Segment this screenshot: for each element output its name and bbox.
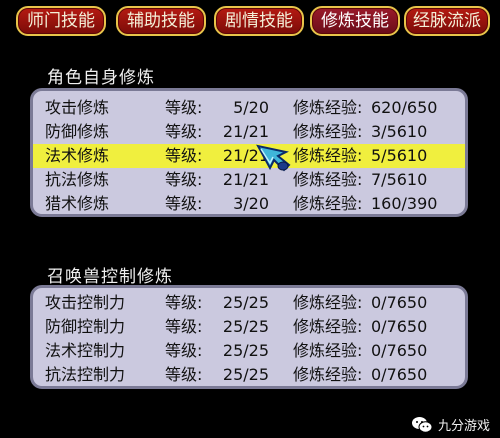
row-name: 防御控制力 — [45, 317, 126, 336]
tab-training-skills[interactable]: 修炼技能 — [310, 6, 400, 36]
pet-row-resist-control[interactable]: 抗法控制力 等级: 25/25 修炼经验: 0/7650 — [33, 363, 465, 387]
level-value: 3/20 — [233, 194, 269, 213]
training-row-attack[interactable]: 攻击修炼 等级: 5/20 修炼经验: 620/650 — [33, 96, 465, 120]
row-name: 攻击修炼 — [45, 98, 110, 117]
exp-value: 0/7650 — [371, 365, 428, 384]
exp-value: 3/5610 — [371, 122, 428, 141]
watermark: 九分游戏 — [411, 415, 490, 434]
exp-value: 0/7650 — [371, 341, 428, 360]
exp-label: 修炼经验: — [293, 146, 363, 165]
level-value: 5/20 — [233, 98, 269, 117]
training-row-resist[interactable]: 抗法修炼 等级: 21/21 修炼经验: 7/5610 — [33, 168, 465, 192]
self-training-title: 角色自身修炼 — [47, 68, 155, 88]
level-value: 25/25 — [222, 341, 269, 360]
tab-support-skills[interactable]: 辅助技能 — [116, 6, 206, 36]
tab-label: 师门技能 — [27, 11, 95, 31]
level-label: 等级: — [165, 293, 203, 312]
level-label: 等级: — [165, 146, 203, 165]
exp-label: 修炼经验: — [293, 365, 363, 384]
exp-label: 修炼经验: — [293, 293, 363, 312]
level-label: 等级: — [165, 317, 203, 336]
level-label: 等级: — [165, 98, 203, 117]
tab-meridian-schools[interactable]: 经脉流派 — [404, 6, 490, 36]
exp-label: 修炼经验: — [293, 122, 363, 141]
level-value: 25/25 — [222, 365, 269, 384]
pet-row-defense-control[interactable]: 防御控制力 等级: 25/25 修炼经验: 0/7650 — [33, 315, 465, 339]
tab-school-skills[interactable]: 师门技能 — [16, 6, 106, 36]
level-value: 21/21 — [222, 122, 269, 141]
row-name: 防御修炼 — [45, 122, 110, 141]
training-row-defense[interactable]: 防御修炼 等级: 21/21 修炼经验: 3/5610 — [33, 120, 465, 144]
training-row-hunting[interactable]: 猎术修炼 等级: 3/20 修炼经验: 160/390 — [33, 192, 465, 216]
pet-row-attack-control[interactable]: 攻击控制力 等级: 25/25 修炼经验: 0/7650 — [33, 291, 465, 315]
level-value: 25/25 — [222, 317, 269, 336]
tab-story-skills[interactable]: 剧情技能 — [214, 6, 304, 36]
level-label: 等级: — [165, 341, 203, 360]
skill-tabs: 师门技能 辅助技能 剧情技能 修炼技能 经脉流派 — [16, 6, 490, 36]
watermark-text: 九分游戏 — [437, 419, 490, 434]
row-name: 法术控制力 — [45, 341, 126, 360]
exp-value: 7/5610 — [371, 170, 428, 189]
exp-label: 修炼经验: — [293, 317, 363, 336]
self-training-panel: 攻击修炼 等级: 5/20 修炼经验: 620/650 防御修炼 等级: 21/… — [30, 88, 468, 217]
tab-label: 辅助技能 — [127, 11, 195, 31]
pet-training-panel: 攻击控制力 等级: 25/25 修炼经验: 0/7650 防御控制力 等级: 2… — [30, 285, 468, 389]
wechat-icon — [411, 416, 433, 433]
pet-row-magic-control[interactable]: 法术控制力 等级: 25/25 修炼经验: 0/7650 — [33, 339, 465, 363]
pet-training-title: 召唤兽控制修炼 — [47, 267, 173, 287]
exp-value: 620/650 — [371, 98, 438, 117]
row-name: 抗法控制力 — [45, 365, 126, 384]
exp-value: 160/390 — [371, 194, 438, 213]
tab-label: 剧情技能 — [225, 11, 293, 31]
level-label: 等级: — [165, 365, 203, 384]
exp-label: 修炼经验: — [293, 98, 363, 117]
tab-label: 修炼技能 — [321, 11, 389, 31]
training-row-magic[interactable]: 法术修炼 等级: 21/21 修炼经验: 5/5610 — [33, 144, 465, 168]
level-label: 等级: — [165, 194, 203, 213]
level-value: 25/25 — [222, 293, 269, 312]
exp-value: 0/7650 — [371, 293, 428, 312]
exp-label: 修炼经验: — [293, 194, 363, 213]
exp-label: 修炼经验: — [293, 341, 363, 360]
pointer-cursor-icon — [256, 144, 291, 172]
exp-value: 0/7650 — [371, 317, 428, 336]
tab-label: 经脉流派 — [413, 11, 481, 31]
exp-value: 5/5610 — [371, 146, 428, 165]
row-name: 攻击控制力 — [45, 293, 126, 312]
row-name: 抗法修炼 — [45, 170, 110, 189]
row-name: 猎术修炼 — [45, 194, 110, 213]
level-label: 等级: — [165, 122, 203, 141]
row-name: 法术修炼 — [45, 146, 110, 165]
level-label: 等级: — [165, 170, 203, 189]
exp-label: 修炼经验: — [293, 170, 363, 189]
